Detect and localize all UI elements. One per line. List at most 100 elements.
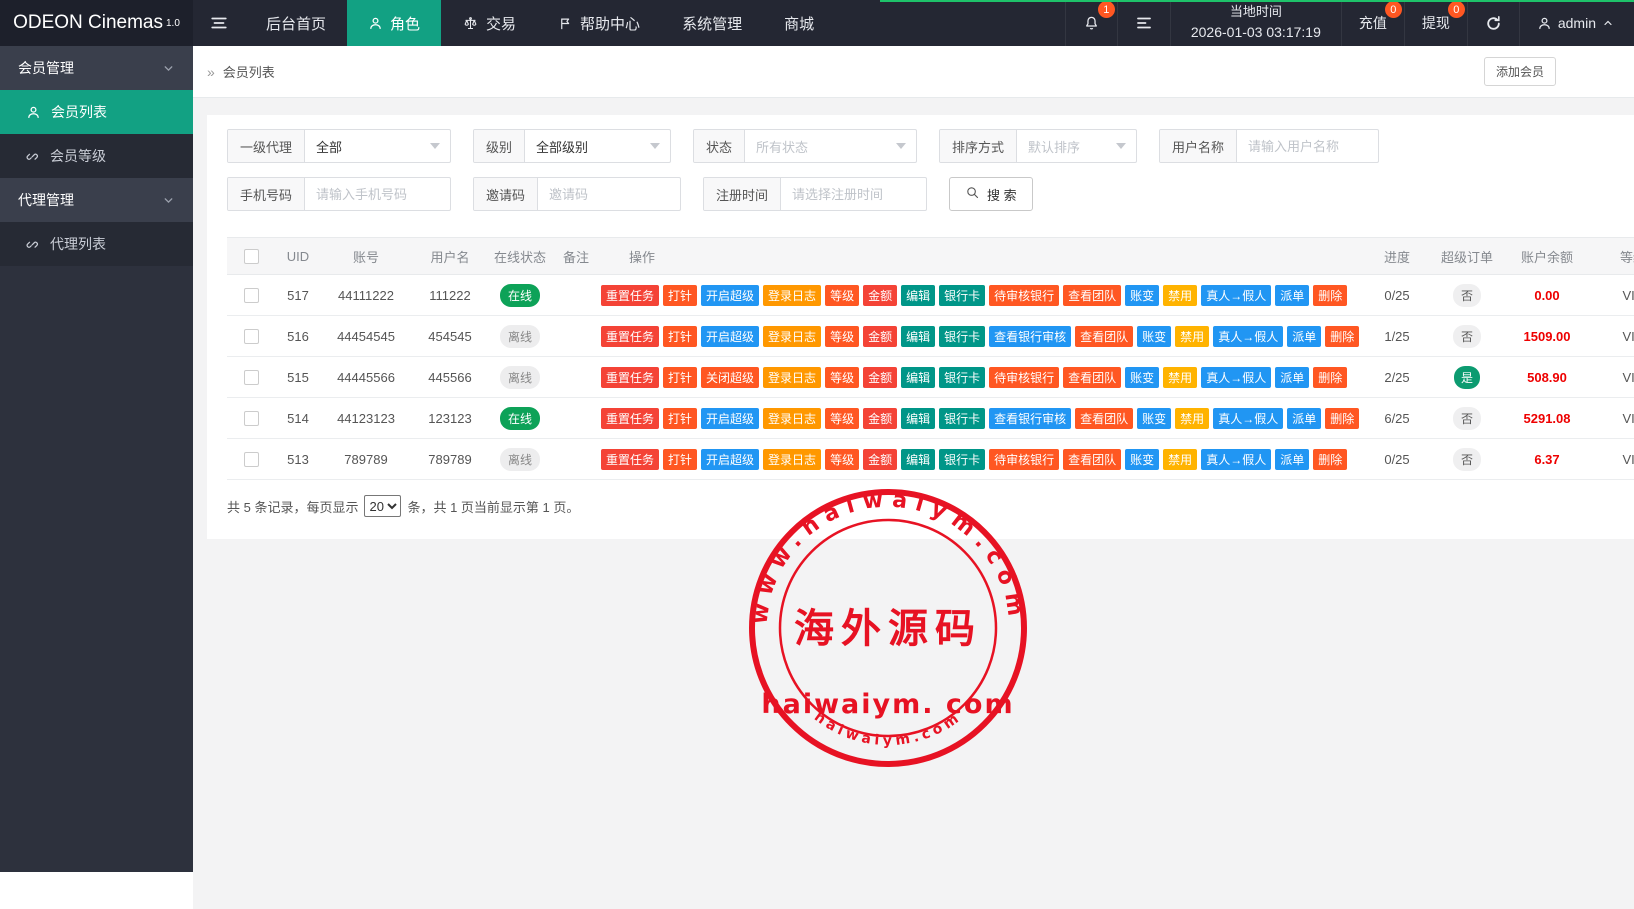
action-button-重置任务[interactable]: 重置任务: [601, 449, 659, 470]
action-button-真人→假人[interactable]: 真人→假人: [1201, 285, 1271, 306]
notifications-button[interactable]: 1: [1065, 0, 1117, 46]
action-button-真人→假人[interactable]: 真人→假人: [1213, 326, 1283, 347]
row-checkbox[interactable]: [244, 288, 259, 303]
action-button-金额[interactable]: 金额: [863, 326, 897, 347]
row-checkbox[interactable]: [244, 329, 259, 344]
filter-select[interactable]: 全部级别: [525, 130, 670, 162]
action-button-打针[interactable]: 打针: [663, 285, 697, 306]
action-button-账变[interactable]: 账变: [1137, 408, 1171, 429]
action-button-删除[interactable]: 删除: [1313, 285, 1347, 306]
nav-item[interactable]: 交易: [441, 0, 537, 46]
row-checkbox[interactable]: [244, 452, 259, 467]
action-button-查看团队[interactable]: 查看团队: [1063, 449, 1121, 470]
action-button-查看团队[interactable]: 查看团队: [1063, 367, 1121, 388]
action-button-派单[interactable]: 派单: [1287, 408, 1321, 429]
action-button-账变[interactable]: 账变: [1125, 449, 1159, 470]
action-button-派单[interactable]: 派单: [1275, 367, 1309, 388]
search-button[interactable]: 搜 索: [949, 177, 1033, 211]
action-button-编辑[interactable]: 编辑: [901, 367, 935, 388]
nav-item[interactable]: 系统管理: [661, 0, 763, 46]
recharge-button[interactable]: 充值 0: [1341, 0, 1404, 46]
action-button-账变[interactable]: 账变: [1137, 326, 1171, 347]
action-button-开启超级[interactable]: 开启超级: [701, 326, 759, 347]
action-button-删除[interactable]: 删除: [1325, 326, 1359, 347]
action-button-禁用[interactable]: 禁用: [1163, 367, 1197, 388]
action-button-关闭超级[interactable]: 关闭超级: [701, 367, 759, 388]
row-checkbox[interactable]: [244, 370, 259, 385]
action-button-打针[interactable]: 打针: [663, 367, 697, 388]
action-button-开启超级[interactable]: 开启超级: [701, 408, 759, 429]
filter-select[interactable]: 全部: [305, 130, 450, 162]
action-button-禁用[interactable]: 禁用: [1175, 326, 1209, 347]
action-button-银行卡[interactable]: 银行卡: [939, 326, 985, 347]
action-button-查看团队[interactable]: 查看团队: [1075, 326, 1133, 347]
action-button-开启超级[interactable]: 开启超级: [701, 449, 759, 470]
action-button-等级[interactable]: 等级: [825, 285, 859, 306]
sidebar-item-会员列表[interactable]: 会员列表: [0, 90, 193, 134]
admin-menu-button[interactable]: admin: [1519, 0, 1634, 46]
action-button-金额[interactable]: 金额: [863, 449, 897, 470]
row-checkbox[interactable]: [244, 411, 259, 426]
select-all-checkbox[interactable]: [244, 249, 259, 264]
filter-input[interactable]: [549, 187, 670, 202]
action-button-登录日志[interactable]: 登录日志: [763, 285, 821, 306]
action-button-等级[interactable]: 等级: [825, 408, 859, 429]
action-button-真人→假人[interactable]: 真人→假人: [1213, 408, 1283, 429]
nav-item[interactable]: 帮助中心: [537, 0, 661, 46]
filter-select[interactable]: 所有状态: [745, 130, 916, 162]
action-button-派单[interactable]: 派单: [1275, 285, 1309, 306]
action-button-待审核银行[interactable]: 待审核银行: [989, 285, 1059, 306]
action-button-登录日志[interactable]: 登录日志: [763, 367, 821, 388]
filter-input[interactable]: [316, 187, 440, 202]
action-button-打针[interactable]: 打针: [663, 408, 697, 429]
action-button-待审核银行[interactable]: 待审核银行: [989, 449, 1059, 470]
action-button-银行卡[interactable]: 银行卡: [939, 449, 985, 470]
task-list-button[interactable]: [1117, 0, 1170, 46]
action-button-登录日志[interactable]: 登录日志: [763, 449, 821, 470]
action-button-金额[interactable]: 金额: [863, 285, 897, 306]
nav-item[interactable]: 商城: [763, 0, 835, 46]
action-button-编辑[interactable]: 编辑: [901, 326, 935, 347]
action-button-编辑[interactable]: 编辑: [901, 408, 935, 429]
action-button-账变[interactable]: 账变: [1125, 285, 1159, 306]
action-button-重置任务[interactable]: 重置任务: [601, 285, 659, 306]
action-button-银行卡[interactable]: 银行卡: [939, 408, 985, 429]
action-button-查看银行审核[interactable]: 查看银行审核: [989, 408, 1071, 429]
add-member-button[interactable]: 添加会员: [1484, 57, 1556, 86]
action-button-编辑[interactable]: 编辑: [901, 285, 935, 306]
sidebar-group-会员管理[interactable]: 会员管理: [0, 46, 193, 90]
action-button-等级[interactable]: 等级: [825, 326, 859, 347]
action-button-金额[interactable]: 金额: [863, 408, 897, 429]
action-button-真人→假人[interactable]: 真人→假人: [1201, 449, 1271, 470]
action-button-重置任务[interactable]: 重置任务: [601, 326, 659, 347]
action-button-删除[interactable]: 删除: [1313, 367, 1347, 388]
page-size-select[interactable]: 20: [364, 495, 401, 517]
action-button-重置任务[interactable]: 重置任务: [601, 408, 659, 429]
action-button-查看银行审核[interactable]: 查看银行审核: [989, 326, 1071, 347]
action-button-等级[interactable]: 等级: [825, 367, 859, 388]
action-button-禁用[interactable]: 禁用: [1175, 408, 1209, 429]
withdraw-button[interactable]: 提现 0: [1404, 0, 1467, 46]
action-button-银行卡[interactable]: 银行卡: [939, 367, 985, 388]
action-button-账变[interactable]: 账变: [1125, 367, 1159, 388]
action-button-重置任务[interactable]: 重置任务: [601, 367, 659, 388]
refresh-button[interactable]: [1467, 0, 1519, 46]
action-button-查看团队[interactable]: 查看团队: [1075, 408, 1133, 429]
action-button-打针[interactable]: 打针: [663, 326, 697, 347]
action-button-禁用[interactable]: 禁用: [1163, 449, 1197, 470]
nav-item[interactable]: 角色: [347, 0, 441, 46]
sidebar-toggle-button[interactable]: [193, 0, 245, 46]
sidebar-group-代理管理[interactable]: 代理管理: [0, 178, 193, 222]
action-button-登录日志[interactable]: 登录日志: [763, 326, 821, 347]
sidebar-item-代理列表[interactable]: 代理列表: [0, 222, 193, 266]
action-button-银行卡[interactable]: 银行卡: [939, 285, 985, 306]
filter-input[interactable]: [792, 187, 916, 202]
action-button-打针[interactable]: 打针: [663, 449, 697, 470]
action-button-查看团队[interactable]: 查看团队: [1063, 285, 1121, 306]
filter-select[interactable]: 默认排序: [1017, 130, 1136, 162]
sidebar-item-会员等级[interactable]: 会员等级: [0, 134, 193, 178]
action-button-禁用[interactable]: 禁用: [1163, 285, 1197, 306]
action-button-删除[interactable]: 删除: [1313, 449, 1347, 470]
action-button-删除[interactable]: 删除: [1325, 408, 1359, 429]
action-button-等级[interactable]: 等级: [825, 449, 859, 470]
